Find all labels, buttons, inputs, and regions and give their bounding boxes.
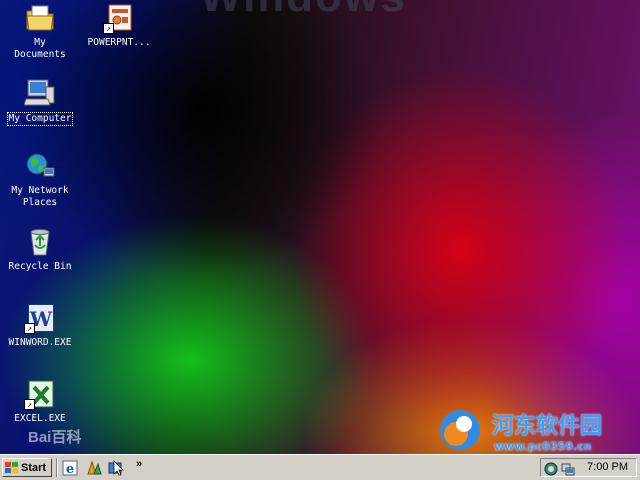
desktop-icon-label: Recycle Bin: [8, 261, 72, 272]
desktop-icon-my-computer[interactable]: My Computer: [2, 77, 78, 126]
word-icon: W ↗: [24, 302, 56, 334]
site-watermark-title: 河东软件园: [492, 414, 603, 439]
desktop-icon-label: POWERPNT...: [87, 37, 151, 48]
network-icon[interactable]: [561, 461, 575, 476]
quick-launch-chevron[interactable]: »: [136, 458, 142, 470]
desktop-icon-my-documents[interactable]: My Documents: [2, 2, 78, 61]
taskbar: Start e » 7:00 PM: [0, 454, 640, 480]
svg-text:e: e: [66, 462, 74, 476]
site-watermark: 河东软件园 www.pc0359.cn: [432, 406, 636, 453]
baidu-watermark: Bai百科: [28, 429, 82, 446]
network-places-icon: [24, 150, 56, 182]
media-player-icon[interactable]: [86, 460, 102, 476]
my-documents-icon: [24, 2, 56, 34]
site-logo-icon: [440, 410, 480, 450]
start-button[interactable]: Start: [2, 458, 52, 477]
my-computer-icon: [23, 77, 56, 109]
system-tray: 7:00 PM: [540, 458, 637, 477]
site-watermark-url: www.pc0359.cn: [494, 440, 592, 453]
wallpaper-logo: Windows: [200, 0, 407, 22]
shortcut-arrow-icon: ↗: [103, 23, 114, 34]
excel-icon: ↗: [24, 378, 56, 410]
desktop-icon-label: My Computer: [6, 112, 74, 126]
desktop-icon-my-network-places[interactable]: My Network Places: [2, 150, 78, 209]
desktop-icon-winword[interactable]: W ↗ WINWORD.EXE: [2, 302, 78, 349]
desktop-icon-label: My Documents: [14, 37, 66, 60]
desktop-icon-label: WINWORD.EXE: [8, 337, 72, 348]
desktop-icon-label: My Network Places: [11, 185, 69, 208]
desktop-icon-recycle-bin[interactable]: Recycle Bin: [2, 226, 78, 273]
taskbar-separator: [56, 458, 58, 477]
desktop-icon-powerpoint[interactable]: ↗ POWERPNT...: [81, 2, 157, 49]
start-label: Start: [21, 461, 47, 474]
clock[interactable]: 7:00 PM: [587, 461, 628, 473]
recycle-bin-icon: [24, 226, 56, 258]
powerpoint-icon: ↗: [103, 2, 135, 34]
ie-icon[interactable]: e: [62, 460, 78, 477]
shortcut-arrow-icon: ↗: [24, 323, 35, 334]
shortcut-arrow-icon: ↗: [24, 399, 35, 410]
windows-logo-icon: [5, 461, 18, 474]
desktop-icon-excel[interactable]: ↗ EXCEL.EXE: [2, 378, 78, 425]
desktop-icon-label: EXCEL.EXE: [14, 413, 66, 424]
volume-icon[interactable]: [544, 461, 558, 476]
desktop[interactable]: Windows My Documents ↗ POWERPNT...: [0, 0, 640, 454]
desktop-icon[interactable]: [108, 460, 124, 476]
